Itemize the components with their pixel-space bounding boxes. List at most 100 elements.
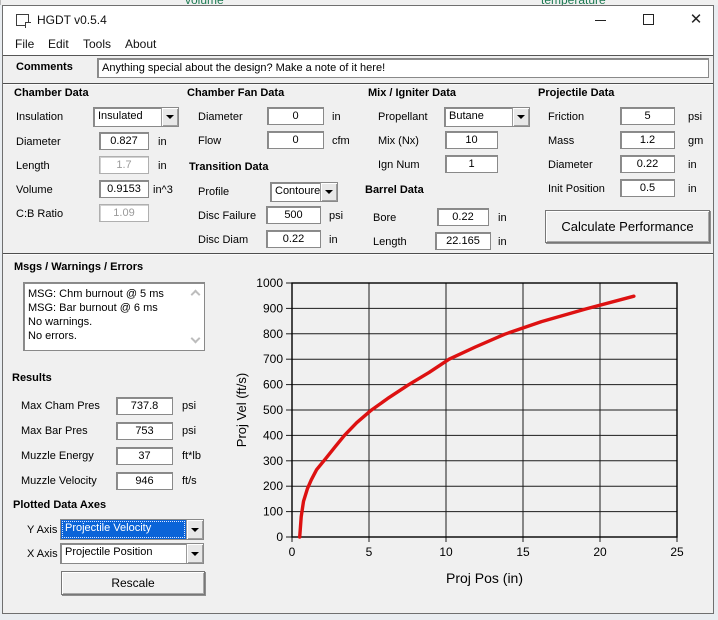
disc-diam-input[interactable]: 0.22 — [266, 230, 321, 248]
projectile-data-header: Projectile Data — [538, 87, 614, 99]
svg-text:200: 200 — [263, 479, 283, 493]
chamber-volume-unit: in^3 — [153, 184, 173, 196]
barrel-length-label: Length — [373, 236, 407, 248]
svg-text:20: 20 — [593, 545, 607, 559]
bore-unit: in — [498, 212, 507, 224]
svg-text:Proj Vel (ft/s): Proj Vel (ft/s) — [234, 373, 249, 447]
muzzle-velocity-label: Muzzle Velocity — [21, 475, 97, 487]
bore-input[interactable]: 0.22 — [437, 208, 489, 226]
chamber-data-header: Chamber Data — [14, 87, 89, 99]
max-bar-pres-unit: psi — [182, 425, 196, 437]
menu-tools[interactable]: Tools — [80, 36, 114, 52]
x-axis-select[interactable]: Projectile Position — [60, 543, 204, 564]
svg-text:15: 15 — [516, 545, 530, 559]
barrel-length-input[interactable]: 22.165 — [435, 232, 491, 250]
maximize-button[interactable] — [627, 6, 669, 33]
chamber-length-input[interactable]: 1.7 — [99, 156, 149, 174]
svg-text:0: 0 — [289, 545, 296, 559]
chamber-diameter-label: Diameter — [16, 136, 61, 148]
propellant-label: Propellant — [378, 111, 428, 123]
dropdown-arrow-icon[interactable] — [161, 108, 178, 126]
calculate-performance-button[interactable]: Calculate Performance — [545, 210, 710, 243]
menu-about[interactable]: About — [122, 36, 159, 52]
barrel-length-unit: in — [498, 236, 507, 248]
insulation-select[interactable]: Insulated — [93, 107, 179, 127]
propellant-select[interactable]: Butane — [444, 107, 530, 127]
friction-label: Friction — [548, 111, 584, 123]
mix-nx-label: Mix (Nx) — [378, 135, 419, 147]
mass-label: Mass — [548, 135, 574, 147]
minimize-button[interactable] — [579, 6, 621, 33]
fan-diameter-label: Diameter — [198, 111, 243, 123]
chamber-diameter-input[interactable]: 0.827 — [99, 132, 149, 150]
barrel-data-header: Barrel Data — [365, 184, 424, 196]
fan-flow-unit: cfm — [332, 135, 350, 147]
rescale-button[interactable]: Rescale — [61, 571, 205, 595]
svg-text:700: 700 — [263, 352, 283, 366]
fan-diameter-input[interactable]: 0 — [267, 107, 324, 125]
chamber-volume-label: Volume — [16, 184, 53, 196]
message-line: No warnings. — [24, 315, 204, 329]
chamber-volume-input[interactable]: 0.9153 — [99, 180, 149, 198]
menu-file[interactable]: File — [12, 36, 37, 52]
close-button[interactable]: ✕ — [675, 6, 717, 33]
proj-diameter-label: Diameter — [548, 159, 593, 171]
init-position-input[interactable]: 0.5 — [620, 179, 675, 197]
y-axis-select[interactable]: Projectile Velocity — [60, 519, 204, 540]
fan-data-header: Chamber Fan Data — [187, 87, 284, 99]
max-bar-pres-value[interactable]: 753 — [116, 422, 173, 440]
svg-text:Proj Pos (in): Proj Pos (in) — [446, 570, 523, 586]
svg-text:300: 300 — [263, 454, 283, 468]
disc-failure-label: Disc Failure — [198, 210, 256, 222]
message-line: MSG: Bar burnout @ 6 ms — [24, 301, 204, 315]
dropdown-arrow-icon[interactable] — [320, 183, 337, 201]
max-cham-pres-value[interactable]: 737.8 — [116, 397, 173, 415]
transition-data-header: Transition Data — [189, 161, 268, 173]
fan-flow-input[interactable]: 0 — [267, 131, 324, 149]
mass-input[interactable]: 1.2 — [620, 131, 675, 149]
menu-edit[interactable]: Edit — [45, 36, 72, 52]
x-axis-label: X Axis — [27, 548, 58, 560]
svg-text:0: 0 — [276, 530, 283, 544]
proj-diameter-input[interactable]: 0.22 — [620, 155, 675, 173]
svg-text:1000: 1000 — [256, 276, 283, 290]
dropdown-arrow-icon[interactable] — [512, 108, 529, 126]
message-line: MSG: Chm burnout @ 5 ms — [24, 287, 204, 301]
chamber-length-unit: in — [158, 160, 167, 172]
mix-data-header: Mix / Igniter Data — [368, 87, 456, 99]
fan-diameter-unit: in — [332, 111, 341, 123]
profile-select[interactable]: Contoured — [270, 182, 338, 202]
disc-failure-unit: psi — [329, 210, 343, 222]
friction-input[interactable]: 5 — [620, 107, 675, 125]
svg-text:400: 400 — [263, 428, 283, 442]
messages-header: Msgs / Warnings / Errors — [14, 261, 143, 273]
svg-text:10: 10 — [439, 545, 453, 559]
profile-label: Profile — [198, 186, 229, 198]
svg-text:100: 100 — [263, 505, 283, 519]
bore-label: Bore — [373, 212, 396, 224]
ign-num-input[interactable]: 1 — [445, 155, 498, 173]
plotted-axes-header: Plotted Data Axes — [13, 499, 106, 511]
friction-unit: psi — [688, 111, 702, 123]
dropdown-arrow-icon[interactable] — [186, 544, 203, 563]
cb-ratio-input[interactable]: 1.09 — [99, 204, 149, 222]
muzzle-velocity-value[interactable]: 946 — [116, 472, 173, 490]
max-bar-pres-label: Max Bar Pres — [21, 425, 88, 437]
svg-text:25: 25 — [670, 545, 684, 559]
comments-label: Comments — [16, 61, 73, 73]
insulation-label: Insulation — [16, 111, 63, 123]
disc-diam-unit: in — [329, 234, 338, 246]
messages-listbox[interactable]: MSG: Chm burnout @ 5 ms MSG: Bar burnout… — [23, 282, 205, 351]
title-bar: HGDT v0.5.4 ✕ — [3, 6, 713, 33]
mix-nx-input[interactable]: 10 — [445, 131, 498, 149]
comments-input[interactable]: Anything special about the design? Make … — [97, 58, 709, 78]
disc-failure-input[interactable]: 500 — [266, 206, 321, 224]
svg-text:800: 800 — [263, 327, 283, 341]
screen: volume temperature HGDT v0.5.4 ✕ File Ed… — [0, 0, 718, 620]
mass-unit: gm — [688, 135, 703, 147]
max-cham-pres-unit: psi — [182, 400, 196, 412]
muzzle-velocity-unit: ft/s — [182, 475, 197, 487]
muzzle-energy-value[interactable]: 37 — [116, 447, 173, 465]
max-cham-pres-label: Max Cham Pres — [21, 400, 100, 412]
dropdown-arrow-icon[interactable] — [186, 520, 203, 539]
